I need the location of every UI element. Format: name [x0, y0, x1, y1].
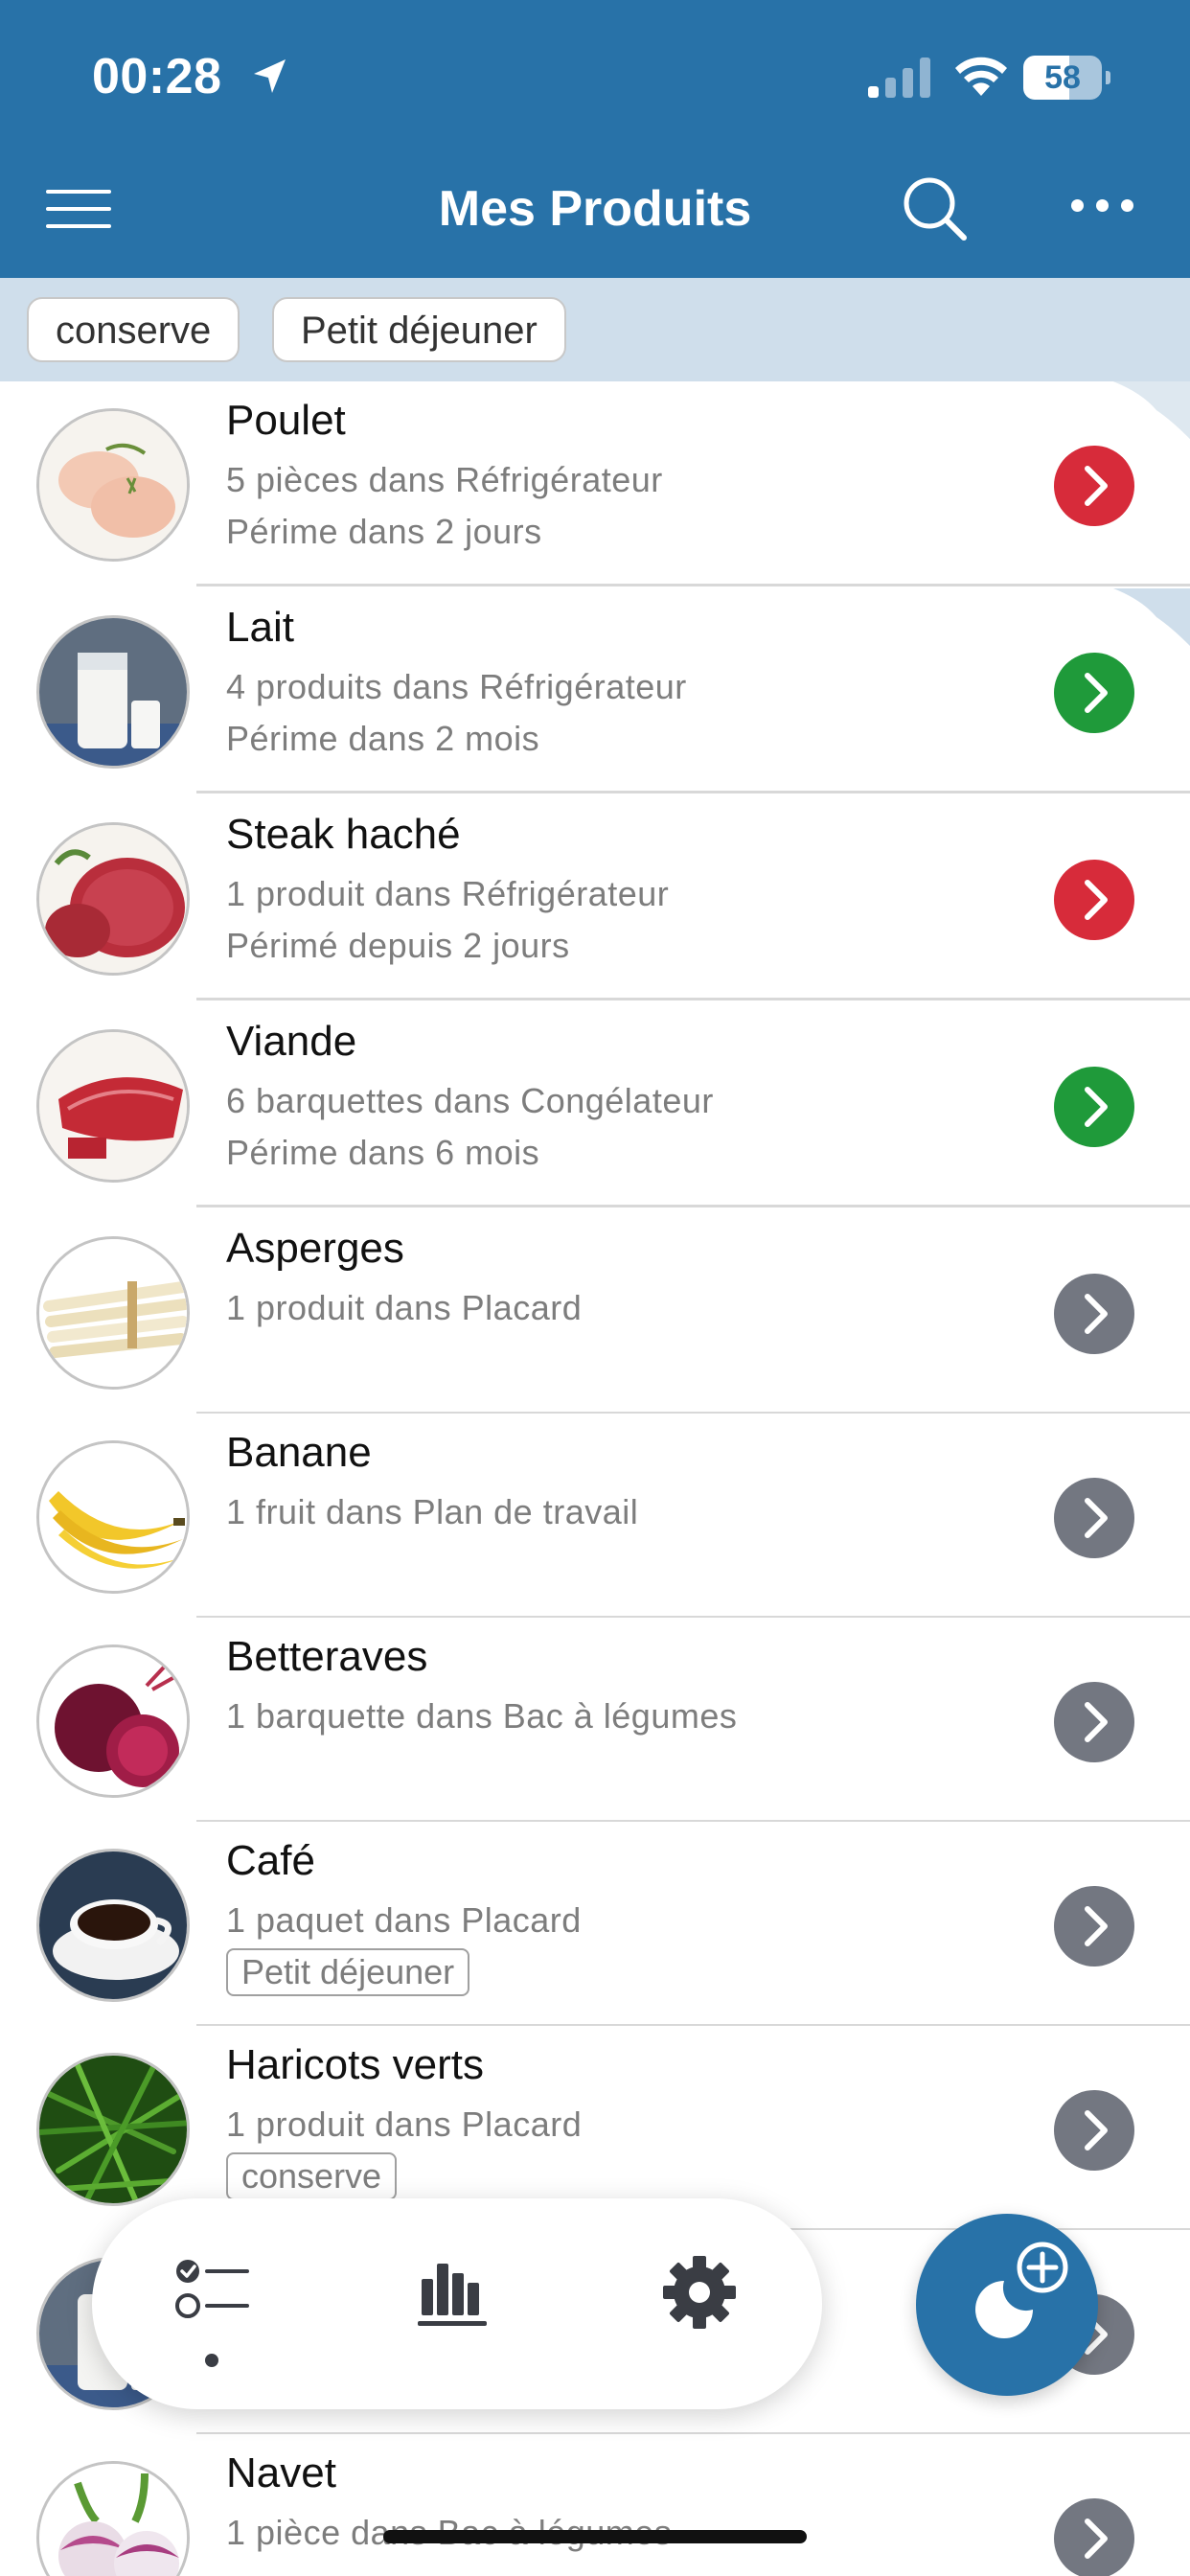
turnip-image: [36, 2461, 190, 2576]
app-header: 00:28 58 Mes Produits: [0, 0, 1190, 278]
bottom-tab-bar: [92, 2198, 822, 2409]
chevron-right-icon[interactable]: [1054, 860, 1134, 940]
beetroot-image: [36, 1644, 190, 1798]
product-quantity: 1 barquette dans Bac à légumes: [226, 1696, 738, 1736]
chevron-right-icon[interactable]: [1054, 2090, 1134, 2171]
settings-gear-icon[interactable]: [659, 2256, 740, 2336]
page-curl-decoration: [1113, 381, 1190, 439]
product-row[interactable]: Navet 1 pièce dans Bac à légumes: [0, 2434, 1190, 2576]
product-name: Asperges: [226, 1225, 404, 1272]
coffee-image: [36, 1849, 190, 2002]
product-name: Café: [226, 1837, 315, 1884]
product-expiry: Périme dans 2 mois: [226, 719, 540, 758]
chevron-right-icon[interactable]: [1054, 446, 1134, 526]
product-quantity: 1 produit dans Placard: [226, 1288, 583, 1327]
chevron-right-icon[interactable]: [1054, 1478, 1134, 1558]
product-name: Viande: [226, 1018, 357, 1065]
filter-chip-conserve[interactable]: conserve: [27, 297, 240, 362]
product-tag: conserve: [226, 2152, 398, 2200]
milk-image: [36, 615, 190, 769]
asparagus-image: [36, 1236, 190, 1390]
product-name: Haricots verts: [226, 2041, 484, 2088]
product-tag: Petit déjeuner: [226, 1948, 470, 1996]
product-expiry: Périmé depuis 2 jours: [226, 926, 570, 965]
product-name: Banane: [226, 1429, 372, 1476]
product-expiry: Périme dans 6 mois: [226, 1133, 540, 1172]
filter-chip-petit-dejeuner[interactable]: Petit déjeuner: [272, 297, 566, 362]
page-title: Mes Produits: [438, 181, 752, 237]
meat-image: [36, 1029, 190, 1183]
chevron-right-icon[interactable]: [1054, 1274, 1134, 1354]
product-name: Betteraves: [226, 1633, 428, 1680]
checklist-icon[interactable]: [172, 2256, 253, 2336]
product-row[interactable]: Lait 4 produits dans Réfrigérateur Périm…: [0, 588, 1190, 794]
product-name: Lait: [226, 604, 294, 651]
home-indicator: [383, 2530, 807, 2543]
product-quantity: 1 produit dans Réfrigérateur: [226, 874, 670, 913]
product-quantity: 1 paquet dans Placard: [226, 1900, 582, 1940]
product-row[interactable]: Café 1 paquet dans Placard Petit déjeune…: [0, 1822, 1190, 2027]
statistics-icon[interactable]: [416, 2256, 496, 2336]
more-options-icon[interactable]: [1071, 199, 1146, 217]
product-row[interactable]: Viande 6 barquettes dans Congélateur Pér…: [0, 1002, 1190, 1208]
battery-icon: 58: [1023, 56, 1110, 100]
banana-image: [36, 1440, 190, 1594]
product-row[interactable]: Banane 1 fruit dans Plan de travail: [0, 1414, 1190, 1619]
add-product-button[interactable]: [916, 2214, 1098, 2396]
wifi-icon: [955, 57, 1007, 96]
active-tab-indicator: [205, 2354, 218, 2367]
product-name: Poulet: [226, 397, 346, 444]
product-quantity: 6 barquettes dans Congélateur: [226, 1081, 714, 1120]
chevron-right-icon[interactable]: [1054, 653, 1134, 733]
product-name: Steak haché: [226, 811, 461, 858]
product-quantity: 5 pièces dans Réfrigérateur: [226, 460, 663, 499]
product-name: Navet: [226, 2450, 336, 2496]
filter-bar: conserve Petit déjeuner: [0, 278, 1190, 381]
product-expiry: Périme dans 2 jours: [226, 512, 542, 551]
cellular-signal-icon: [868, 58, 930, 98]
page-curl-decoration: [1113, 588, 1190, 646]
product-quantity: 1 fruit dans Plan de travail: [226, 1492, 639, 1531]
chicken-image: [36, 408, 190, 562]
green-beans-image: [36, 2053, 190, 2206]
chevron-right-icon[interactable]: [1054, 1067, 1134, 1147]
location-arrow-icon: [254, 59, 286, 93]
chevron-right-icon[interactable]: [1054, 1886, 1134, 1966]
add-product-icon: [975, 2242, 1068, 2338]
product-row[interactable]: Betteraves 1 barquette dans Bac à légume…: [0, 1618, 1190, 1823]
ground-beef-image: [36, 822, 190, 976]
chevron-right-icon[interactable]: [1054, 2498, 1134, 2576]
chevron-right-icon[interactable]: [1054, 1682, 1134, 1762]
product-row[interactable]: Steak haché 1 produit dans Réfrigérateur…: [0, 795, 1190, 1000]
product-row[interactable]: Asperges 1 produit dans Placard: [0, 1209, 1190, 1414]
product-row[interactable]: Poulet 5 pièces dans Réfrigérateur Périm…: [0, 381, 1190, 586]
search-icon[interactable]: [901, 174, 970, 243]
product-quantity: 4 produits dans Réfrigérateur: [226, 667, 687, 706]
product-quantity: 1 produit dans Placard: [226, 2104, 583, 2144]
battery-percentage: 58: [1044, 59, 1081, 96]
status-time: 00:28: [92, 49, 222, 104]
